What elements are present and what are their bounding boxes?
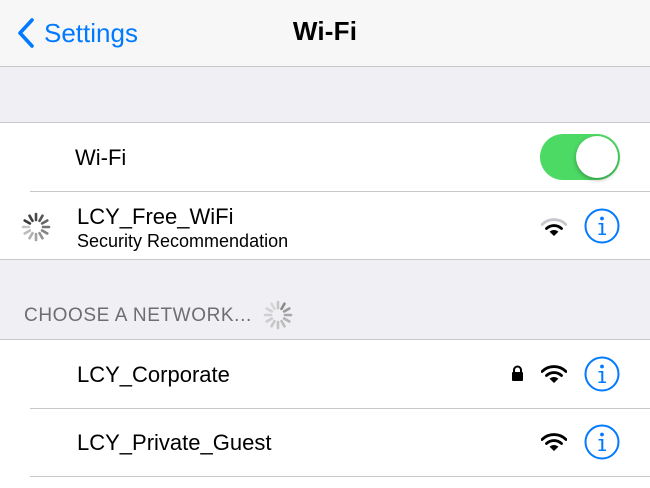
navigation-bar: Settings Wi-Fi <box>0 0 650 67</box>
choose-network-header: CHOOSE A NETWORK... <box>24 305 252 327</box>
wifi-signal-icon <box>541 433 567 451</box>
network-list: LCY_Corporate LCY_Private_Guest <box>0 339 650 488</box>
info-icon[interactable] <box>584 424 620 460</box>
current-network-subtitle: Security Recommendation <box>77 231 289 251</box>
wifi-toggle-switch[interactable] <box>540 134 620 180</box>
activity-spinner-icon <box>21 212 51 242</box>
activity-spinner-icon <box>263 300 293 330</box>
network-row <box>0 476 650 488</box>
network-name: LCY_Private_Guest <box>77 430 272 455</box>
lock-icon <box>512 365 523 381</box>
wifi-signal-icon <box>541 365 567 383</box>
choose-network-header-text: CHOOSE A NETWORK... <box>24 305 252 326</box>
current-network-name: LCY_Free_WiFi <box>77 204 234 229</box>
wifi-toggle-label: Wi-Fi <box>75 145 127 170</box>
network-name: LCY_Corporate <box>77 362 230 387</box>
wifi-signal-icon <box>541 218 567 236</box>
toggle-knob <box>576 136 618 178</box>
info-icon[interactable] <box>584 208 620 244</box>
page-title: Wi-Fi <box>292 16 358 46</box>
info-icon[interactable] <box>584 356 620 392</box>
